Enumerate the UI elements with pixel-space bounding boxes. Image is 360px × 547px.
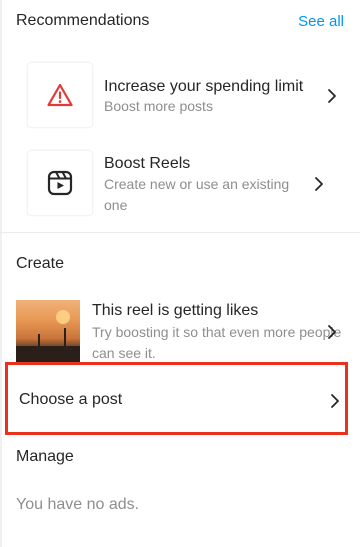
see-all-link[interactable]: See all bbox=[298, 13, 344, 30]
spending-limit-title: Increase your spending limit bbox=[104, 78, 304, 95]
recommendation-spending-limit[interactable]: Increase your spending limit Boost more … bbox=[0, 62, 360, 130]
spending-limit-tile bbox=[27, 62, 93, 128]
boost-reels-tile bbox=[27, 150, 93, 216]
chevron-right-icon bbox=[328, 89, 336, 103]
create-title: Create bbox=[16, 255, 65, 272]
choose-post-button[interactable]: Choose a post bbox=[5, 362, 348, 435]
chevron-right-icon bbox=[328, 325, 336, 339]
boost-reels-subtitle: Create new or use an existing one bbox=[104, 176, 290, 213]
choose-post-label: Choose a post bbox=[19, 391, 123, 408]
thumbnail-pole bbox=[64, 328, 66, 350]
no-ads-text: You have no ads. bbox=[16, 496, 140, 513]
thumbnail-pole bbox=[38, 334, 40, 350]
manage-title: Manage bbox=[16, 448, 74, 465]
reel-title: This reel is getting likes bbox=[92, 302, 259, 319]
reels-icon bbox=[47, 170, 73, 196]
chevron-right-icon bbox=[315, 177, 323, 191]
reel-thumbnail[interactable] bbox=[16, 300, 80, 364]
section-divider bbox=[0, 232, 360, 233]
boost-reels-title: Boost Reels bbox=[104, 155, 191, 172]
warning-triangle-icon bbox=[47, 83, 73, 107]
recommendations-title: Recommendations bbox=[16, 12, 150, 29]
chevron-right-icon bbox=[331, 394, 339, 408]
thumbnail-sun bbox=[56, 310, 70, 324]
recommendation-boost-reels[interactable]: Boost Reels Create new or use an existin… bbox=[0, 150, 360, 218]
reel-subtitle: Try boosting it so that even more people… bbox=[92, 324, 342, 361]
spending-limit-subtitle: Boost more posts bbox=[104, 98, 213, 114]
